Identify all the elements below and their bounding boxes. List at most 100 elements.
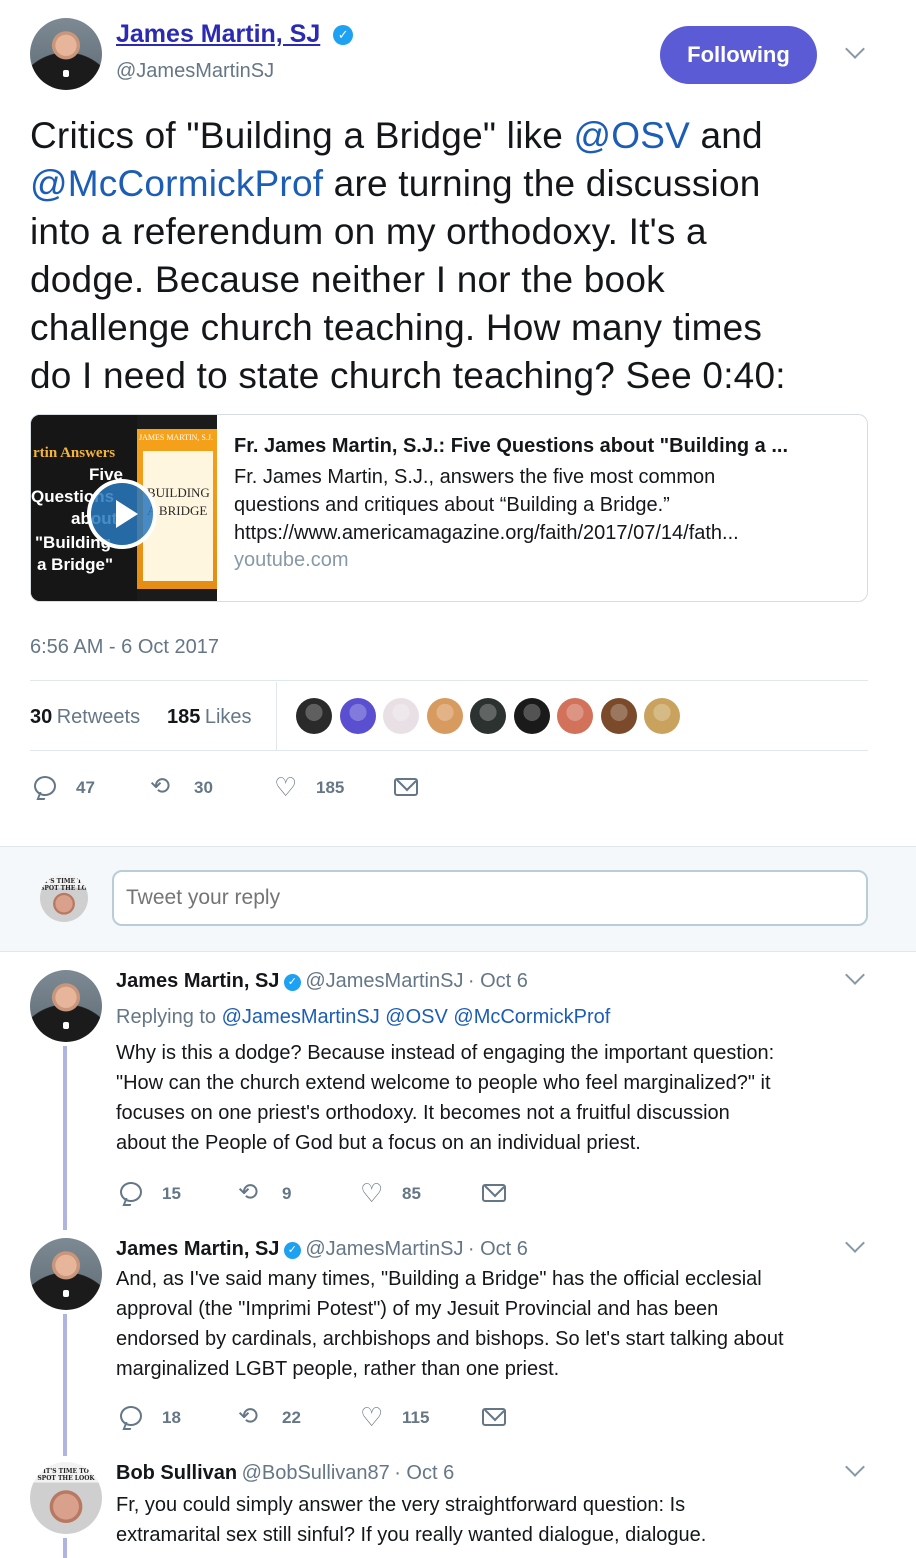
retweet-action[interactable]: ⟲ 9 <box>238 1179 308 1206</box>
thumb-text-1: rtin Answers <box>33 445 116 461</box>
chevron-down-icon[interactable] <box>845 1457 865 1477</box>
mention-link[interactable]: @McCormickProf <box>30 163 323 204</box>
reply-date[interactable]: · Oct 6 <box>394 1462 454 1484</box>
liker-avatar[interactable] <box>339 698 376 734</box>
author-avatar[interactable] <box>30 18 102 90</box>
tweet-line: dodge. Because neither I nor the book <box>30 259 665 300</box>
play-button-icon[interactable] <box>87 479 157 549</box>
reply-action[interactable]: 18 <box>120 1406 190 1430</box>
retweet-action[interactable]: ⟲ 30 <box>150 773 230 800</box>
heart-icon: ♡ <box>360 1178 384 1208</box>
reply-date[interactable]: · Oct 6 <box>468 1238 528 1260</box>
retweet-icon: ⟲ <box>238 1179 259 1206</box>
reply-handle[interactable]: @JamesMartinSJ <box>305 1238 463 1260</box>
chevron-down-icon[interactable] <box>845 965 865 985</box>
liker-avatar[interactable] <box>513 698 550 734</box>
replying-label: Replying to <box>116 1006 217 1028</box>
likers-avatars <box>296 698 696 736</box>
reply-date[interactable]: · Oct 6 <box>468 970 528 992</box>
replying-to-mentions[interactable]: @JamesMartinSJ @OSV @McCormickProf <box>222 1006 611 1028</box>
chevron-down-icon[interactable] <box>845 39 865 59</box>
author-handle[interactable]: @JamesMartinSJ <box>116 60 274 83</box>
card-domain: youtube.com <box>234 549 349 571</box>
author-name-row: James Martin, SJ ✓ <box>116 20 354 49</box>
thumb-text-6: a Bridge" <box>37 555 114 574</box>
card-link[interactable]: https://www.americamagazine.org/faith/20… <box>234 519 854 547</box>
chevron-down-icon[interactable] <box>845 1233 865 1253</box>
link-card[interactable]: JAMES MARTIN, S.J. BUILDING A BRIDGE rti… <box>30 414 868 602</box>
liker-avatar[interactable] <box>557 698 593 734</box>
direct-message-icon[interactable] <box>394 778 418 796</box>
heart-icon: ♡ <box>360 1402 384 1432</box>
reply-line: And, as I've said many times, "Building … <box>116 1268 762 1290</box>
mention-link[interactable]: @OSV <box>573 115 690 156</box>
heart-icon: ♡ <box>274 772 298 802</box>
reply-text: Fr, you could simply answer the very str… <box>116 1490 896 1550</box>
liker-avatar[interactable] <box>383 698 419 734</box>
retweets-label: Retweets <box>56 706 141 728</box>
book-title-1: BUILDING <box>147 485 210 500</box>
author-name[interactable]: James Martin, SJ <box>116 20 320 48</box>
reply-line: endorsed by cardinals, archbishops and b… <box>116 1328 784 1350</box>
verified-badge-icon: ✓ <box>283 974 301 992</box>
reply-header: Bob Sullivan @BobSullivan87 · Oct 6 <box>116 1462 454 1485</box>
retweet-count: 22 <box>282 1408 301 1427</box>
tweet-line: Critics of "Building a Bridge" like @OSV… <box>30 112 900 160</box>
reply-line: Why is this a dodge? Because instead of … <box>116 1042 775 1064</box>
thread-line <box>63 1314 67 1456</box>
likes-label: Likes <box>204 706 252 728</box>
tweet-text: Critics of "Building a Bridge" like @OSV… <box>30 112 900 400</box>
reply-action[interactable]: 15 <box>120 1182 190 1206</box>
liker-avatar[interactable] <box>470 698 506 734</box>
like-count: 115 <box>402 1408 430 1427</box>
liker-avatar[interactable] <box>296 698 332 734</box>
card-title[interactable]: Fr. James Martin, S.J.: Five Questions a… <box>234 435 854 458</box>
retweet-icon: ⟲ <box>238 1403 259 1430</box>
like-action[interactable]: ♡ 85 <box>360 1178 440 1208</box>
following-button[interactable]: Following <box>660 26 817 84</box>
reply-count: 18 <box>162 1408 181 1427</box>
likes-stat[interactable]: 185 Likes <box>167 706 252 729</box>
reply-text: And, as I've said many times, "Building … <box>116 1264 906 1384</box>
reply-line: Fr, you could simply answer the very str… <box>116 1494 686 1516</box>
reply-avatar[interactable] <box>30 970 102 1042</box>
verified-badge-icon: ✓ <box>283 1242 301 1260</box>
retweets-stat[interactable]: 30 Retweets <box>30 706 140 729</box>
reply-line: "How can the church extend welcome to pe… <box>116 1072 771 1094</box>
verified-badge-icon: ✓ <box>333 25 354 46</box>
liker-avatar[interactable] <box>600 698 637 734</box>
like-count: 185 <box>316 778 345 797</box>
retweet-icon: ⟲ <box>150 773 171 800</box>
retweet-count: 9 <box>282 1184 292 1203</box>
likes-count: 185 <box>167 706 201 728</box>
reply-author[interactable]: James Martin, SJ <box>116 1238 279 1260</box>
current-user-avatar[interactable] <box>40 874 88 922</box>
reply-input[interactable] <box>112 870 868 926</box>
liker-avatar[interactable] <box>426 698 463 734</box>
reply-avatar[interactable] <box>30 1238 102 1310</box>
thread-line <box>63 1538 67 1558</box>
reply-author[interactable]: James Martin, SJ <box>116 970 279 992</box>
direct-message-icon[interactable] <box>482 1184 506 1202</box>
reply-avatar[interactable] <box>30 1462 102 1534</box>
retweet-action[interactable]: ⟲ 22 <box>238 1403 318 1430</box>
liker-avatar[interactable] <box>644 698 680 734</box>
reply-header: James Martin, SJ ✓ @JamesMartinSJ · Oct … <box>116 1238 528 1261</box>
retweet-count: 30 <box>194 778 213 797</box>
reply-line: extramarital sex still sinful? If you re… <box>116 1524 707 1546</box>
retweets-count: 30 <box>30 706 53 728</box>
like-action[interactable]: ♡ 185 <box>274 772 354 802</box>
video-thumbnail[interactable]: JAMES MARTIN, S.J. BUILDING A BRIDGE rti… <box>31 415 217 601</box>
like-action[interactable]: ♡ 115 <box>360 1402 440 1432</box>
reply-author[interactable]: Bob Sullivan <box>116 1462 237 1484</box>
text-segment: and <box>689 115 763 156</box>
reply-handle[interactable]: @BobSullivan87 <box>242 1462 390 1484</box>
reply-header: James Martin, SJ ✓ @JamesMartinSJ · Oct … <box>116 970 528 993</box>
direct-message-icon[interactable] <box>482 1408 506 1426</box>
reply-action[interactable]: 47 <box>34 776 104 800</box>
reply-handle[interactable]: @JamesMartinSJ <box>305 970 463 992</box>
card-description-2: questions and critiques about “Building … <box>234 494 670 516</box>
replying-to: Replying to @JamesMartinSJ @OSV @McCormi… <box>116 1006 610 1029</box>
reply-icon <box>120 1182 142 1202</box>
tweet-timestamp[interactable]: 6:56 AM - 6 Oct 2017 <box>30 636 219 659</box>
